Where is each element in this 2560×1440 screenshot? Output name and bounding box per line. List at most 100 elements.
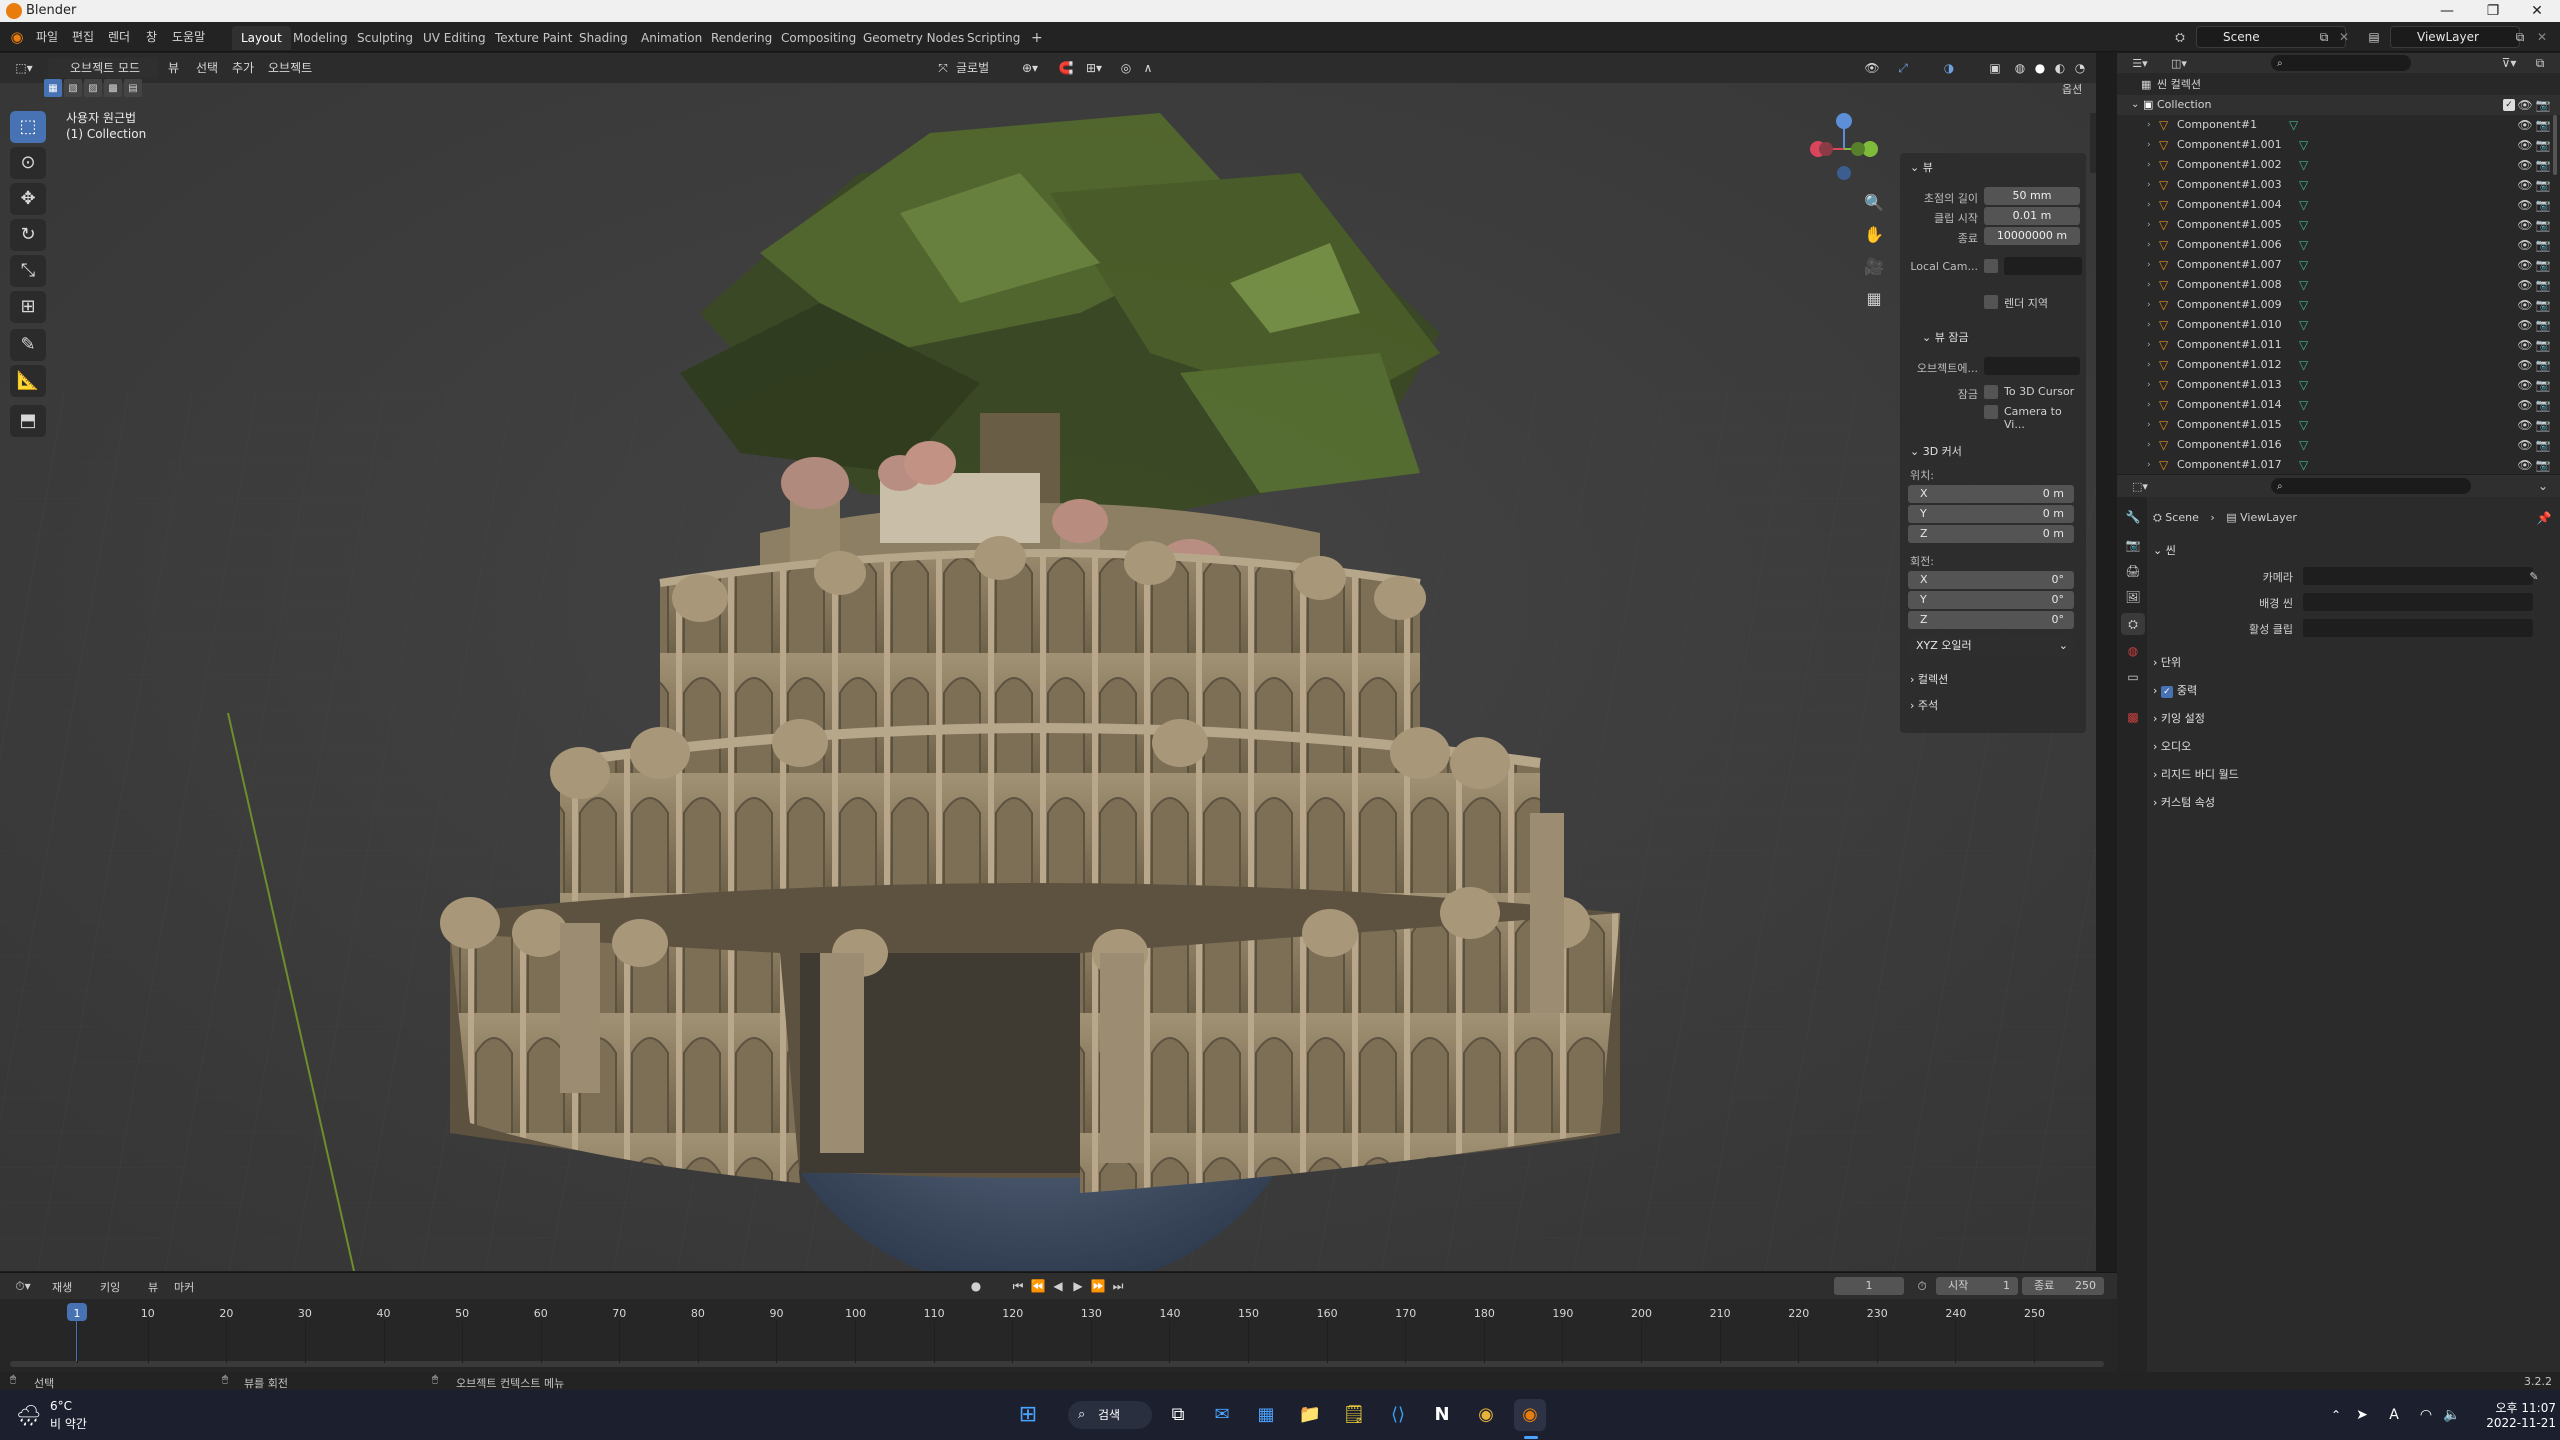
collection-section-header[interactable]: › 컬렉션 xyxy=(1910,671,1948,687)
cursor-location-x[interactable]: X 0 m xyxy=(1908,485,2074,503)
render-tab-icon[interactable]: 📷 xyxy=(2123,535,2143,555)
outliner-row[interactable]: › ▽ Component#1.017 ▽ 👁 📷 xyxy=(2117,455,2560,475)
end-frame-field[interactable]: 종료 250 xyxy=(2022,1277,2104,1295)
jump-end-icon[interactable]: ⏭ xyxy=(1110,1278,1126,1294)
maximize-button[interactable]: ❐ xyxy=(2470,0,2516,22)
close-button[interactable]: ✕ xyxy=(2514,0,2560,22)
view-layer-tab-icon[interactable]: 🖼 xyxy=(2123,587,2143,607)
rotate-tool-icon[interactable]: ↻ xyxy=(10,219,46,251)
new-collection-icon[interactable]: ⧉ xyxy=(2531,55,2549,71)
vscode-icon[interactable]: ⟨⟩ xyxy=(1382,1399,1414,1431)
snap-target-icon[interactable]: ⊞▾ xyxy=(1080,58,1108,78)
camera-render-icon[interactable]: 📷 xyxy=(2535,235,2551,255)
breadcrumb-scene[interactable]: Scene xyxy=(2165,511,2199,524)
eye-icon[interactable]: 👁 xyxy=(2517,435,2533,455)
menu-view[interactable]: 뷰 xyxy=(148,1279,158,1295)
world-tab-icon[interactable]: ◍ xyxy=(2123,641,2143,661)
eye-icon[interactable]: 👁 xyxy=(2517,175,2533,195)
cursor-tool-icon[interactable]: ⊙ xyxy=(10,147,46,179)
eye-icon[interactable]: 👁 xyxy=(2517,395,2533,415)
menu-render[interactable]: 렌더 xyxy=(108,28,130,46)
tab-shading[interactable]: Shading xyxy=(570,26,637,50)
chevron-right-icon[interactable]: › xyxy=(2147,235,2151,255)
blender-taskbar-icon[interactable]: ◉ xyxy=(1514,1399,1546,1431)
eye-icon[interactable]: 👁 xyxy=(2517,315,2533,335)
lock-to-cursor-checkbox[interactable] xyxy=(1984,385,1998,399)
display-mode-icon[interactable]: ◫▾ xyxy=(2167,55,2191,71)
pin-icon[interactable]: 📌 xyxy=(2537,511,2552,525)
clock[interactable]: 오후 11:07 2022-11-21 xyxy=(2470,1399,2556,1431)
outliner-row[interactable]: › ▽ Component#1.012 ▽ 👁 📷 xyxy=(2117,355,2560,375)
new-scene-icon[interactable]: ⧉ xyxy=(2316,29,2332,45)
local-camera-checkbox[interactable] xyxy=(1984,259,1998,273)
render-region-checkbox[interactable] xyxy=(1984,295,1998,309)
texture-tab-icon[interactable]: ▩ xyxy=(2123,707,2143,727)
options-button[interactable]: 옵션 xyxy=(2062,81,2082,97)
sidebar-tabs[interactable] xyxy=(2090,113,2096,173)
local-camera-field[interactable] xyxy=(2004,257,2082,275)
view-layer-selector[interactable]: ViewLayer xyxy=(2390,26,2520,48)
blender-menu-icon[interactable]: ◉ xyxy=(8,28,26,46)
jump-start-icon[interactable]: ⏮ xyxy=(1010,1278,1026,1294)
play-reverse-icon[interactable]: ◀ xyxy=(1050,1278,1066,1294)
outliner-row[interactable]: › ▽ Component#1 ▽ 👁 📷 xyxy=(2117,115,2560,135)
visibility-icon[interactable]: 👁 xyxy=(1858,58,1886,78)
scene-tab-icon[interactable]: ⛭ xyxy=(2121,613,2145,635)
camera-render-icon[interactable]: 📷 xyxy=(2535,115,2551,135)
outliner-row[interactable]: › ▽ Component#1.003 ▽ 👁 📷 xyxy=(2117,175,2560,195)
eye-icon[interactable]: 👁 xyxy=(2517,375,2533,395)
menu-playback[interactable]: 재생 xyxy=(52,1279,72,1295)
outliner-row[interactable]: › ▽ Component#1.008 ▽ 👁 📷 xyxy=(2117,275,2560,295)
eye-icon[interactable]: 👁 xyxy=(2517,275,2533,295)
tab-uv-editing[interactable]: UV Editing xyxy=(414,26,495,50)
ortho-toggle-icon[interactable]: ▦ xyxy=(1860,285,1888,313)
tab-scripting[interactable]: Scripting xyxy=(958,26,1029,50)
task-view-icon[interactable]: ⧉ xyxy=(1162,1399,1194,1431)
chevron-right-icon[interactable]: › xyxy=(2147,135,2151,155)
view-section-header[interactable]: ⌄ 뷰 xyxy=(1910,159,1933,175)
clip-start-field[interactable]: 0.01 m xyxy=(1984,207,2080,225)
eyedropper-icon[interactable]: ✎ xyxy=(2527,569,2541,583)
camera-render-icon[interactable]: 📷 xyxy=(2535,455,2551,475)
camera-render-icon[interactable]: 📷 xyxy=(2535,295,2551,315)
clip-end-field[interactable]: 10000000 m xyxy=(1984,227,2080,245)
chevron-right-icon[interactable]: › xyxy=(2147,215,2151,235)
cursor-rotation-z[interactable]: Z 0° xyxy=(1908,611,2074,629)
gizmo-icon[interactable]: ⤢ xyxy=(1892,58,1914,78)
chevron-right-icon[interactable]: › xyxy=(2147,375,2151,395)
chevron-right-icon[interactable]: › xyxy=(2147,175,2151,195)
chevron-right-icon[interactable]: › xyxy=(2147,355,2151,375)
select-subtract-icon[interactable]: ▨ xyxy=(84,79,102,97)
taskbar-search[interactable]: ⌕ 검색 xyxy=(1068,1401,1152,1429)
wireframe-shading-icon[interactable]: ◍ xyxy=(2010,58,2030,78)
weather-widget[interactable]: 🌧 6°C 비 약간 xyxy=(16,1399,136,1431)
xray-icon[interactable]: ▣ xyxy=(1984,58,2006,78)
camera-render-icon[interactable]: 📷 xyxy=(2535,375,2551,395)
properties-type-icon[interactable]: ⬚▾ xyxy=(2127,478,2153,494)
menu-keying[interactable]: 키잉 xyxy=(100,1279,120,1295)
select-box-tool-icon[interactable]: ⬚ xyxy=(10,111,46,143)
transform-tool-icon[interactable]: ⊞ xyxy=(10,291,46,323)
chrome-icon[interactable]: ◉ xyxy=(1470,1399,1502,1431)
volume-icon[interactable]: 🔈 xyxy=(2440,1399,2464,1431)
minimize-button[interactable]: — xyxy=(2424,0,2470,22)
mail-icon[interactable]: ✉ xyxy=(1206,1399,1238,1431)
annotate-tool-icon[interactable]: ✎ xyxy=(10,329,46,361)
mode-selector[interactable]: 오브젝트 모드 xyxy=(48,58,158,78)
outliner-row[interactable]: › ▽ Component#1.001 ▽ 👁 📷 xyxy=(2117,135,2560,155)
tab-rendering[interactable]: Rendering xyxy=(702,26,781,50)
camera-render-icon[interactable]: 📷 xyxy=(2535,395,2551,415)
measure-tool-icon[interactable]: 📐 xyxy=(10,365,46,397)
delete-scene-icon[interactable]: ✕ xyxy=(2336,29,2352,45)
chevron-right-icon[interactable]: › xyxy=(2147,255,2151,275)
start-menu-icon[interactable]: ⊞ xyxy=(1012,1399,1044,1431)
chevron-right-icon[interactable]: › xyxy=(2147,315,2151,335)
chevron-down-icon[interactable]: ⌄ xyxy=(2131,95,2139,115)
tab-modeling[interactable]: Modeling xyxy=(284,26,357,50)
outliner-row[interactable]: › ▽ Component#1.004 ▽ 👁 📷 xyxy=(2117,195,2560,215)
eye-icon[interactable]: 👁 xyxy=(2517,195,2533,215)
focal-length-field[interactable]: 50 mm xyxy=(1984,187,2080,205)
menu-edit[interactable]: 편집 xyxy=(72,28,94,46)
outliner-row[interactable]: › ▽ Component#1.002 ▽ 👁 📷 xyxy=(2117,155,2560,175)
properties-search-input[interactable]: ⌕ xyxy=(2271,478,2471,494)
